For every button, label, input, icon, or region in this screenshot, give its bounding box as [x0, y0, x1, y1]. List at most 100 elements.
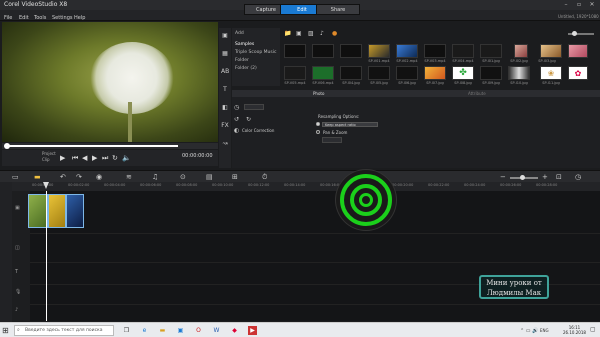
maximize-icon[interactable]: ▫ [573, 0, 585, 9]
library-thumb[interactable] [368, 66, 390, 80]
library-folder-music[interactable]: Triple Scoop Music [235, 50, 276, 55]
library-folder-samples[interactable]: Samples [235, 42, 254, 47]
library-thumb[interactable] [480, 44, 502, 58]
browse-button[interactable]: Browse [232, 82, 280, 99]
music-track-icon[interactable]: ♪ [15, 307, 18, 313]
voice-track-icon[interactable]: 🎙 [15, 289, 21, 295]
next-frame-icon[interactable]: ▶ [92, 154, 97, 162]
timeline-view-icon[interactable]: ▬ [34, 173, 41, 181]
system-tray[interactable]: ⌃ ▭ 🔊 ENG [520, 328, 549, 334]
scrubber-track[interactable] [8, 145, 178, 147]
explorer-icon[interactable]: ▬ [158, 326, 167, 335]
preview-window[interactable] [2, 22, 218, 142]
resampling-radio[interactable] [316, 122, 320, 126]
show-audio-icon[interactable]: ♪ [320, 30, 324, 37]
menu-edit[interactable]: Edit [19, 15, 29, 21]
play-icon[interactable]: ▶ [60, 154, 65, 162]
library-thumb[interactable] [284, 44, 306, 58]
tab-photo[interactable]: Photo [313, 91, 324, 96]
close-icon[interactable]: ✕ [586, 0, 598, 9]
resampling-select[interactable]: Keep aspect ratio [322, 122, 378, 127]
fit-project-icon[interactable]: ⊡ [556, 173, 562, 181]
language-indicator[interactable]: ENG [540, 328, 549, 333]
library-thumb[interactable] [424, 66, 446, 80]
zoom-in-icon[interactable]: + [542, 173, 548, 181]
preview-scrubber[interactable] [2, 143, 218, 149]
storyboard-view-icon[interactable]: ▭ [12, 173, 19, 181]
graphic-icon[interactable]: ◧ [221, 104, 229, 112]
app-icon[interactable]: ◆ [230, 326, 239, 335]
library-thumb[interactable] [540, 44, 562, 58]
record-capture-icon[interactable]: ◉ [96, 173, 102, 181]
import-icon[interactable]: 📁 [284, 30, 291, 37]
timeline-playhead[interactable] [46, 191, 47, 321]
library-thumb[interactable] [340, 44, 362, 58]
volume-icon[interactable]: 🔈 [122, 154, 131, 162]
library-folder-2[interactable]: Folder (2) [235, 66, 257, 71]
sound-mixer-icon[interactable]: ≋ [126, 173, 132, 181]
motion-tracking-icon[interactable]: ⊙ [180, 173, 186, 181]
home-icon[interactable]: ⏮ [72, 154, 78, 163]
clip-mode-label[interactable]: Clip [42, 157, 50, 162]
filter-icon[interactable]: FX [221, 122, 229, 130]
rotate-right-icon[interactable]: ↻ [246, 116, 251, 123]
prev-frame-icon[interactable]: ◀ [82, 154, 87, 162]
show-photos-icon[interactable]: ▨ [308, 30, 314, 37]
timeline-clip[interactable] [66, 194, 84, 228]
timeline-clip[interactable] [28, 194, 48, 228]
rotate-left-icon[interactable]: ↺ [234, 116, 239, 123]
add-folder-button[interactable]: Add [235, 31, 244, 36]
menu-tools[interactable]: Tools [34, 15, 46, 21]
instant-project-icon[interactable]: ▦ [221, 50, 229, 58]
redo-icon[interactable]: ↷ [76, 173, 82, 181]
minimize-icon[interactable]: – [560, 0, 572, 9]
library-thumb[interactable] [284, 66, 306, 80]
sort-icon[interactable]: ● [332, 30, 337, 37]
duration-field[interactable] [244, 104, 264, 110]
timeline-ruler[interactable]: 00:00:00:00 00:00:02:00 00:00:04:00 00:0… [0, 182, 600, 191]
pan-zoom-preset-field[interactable] [322, 137, 342, 143]
library-thumb[interactable] [368, 44, 390, 58]
title-icon[interactable]: T [221, 86, 229, 94]
title-track-icon[interactable]: T [15, 269, 18, 275]
repeat-icon[interactable]: ↻ [112, 154, 118, 162]
duration-icon[interactable]: ◷ [234, 104, 239, 111]
video-track-icon[interactable]: ▣ [15, 205, 20, 211]
library-thumb[interactable]: ✤ [452, 66, 474, 80]
subtitle-icon[interactable]: ▤ [206, 173, 213, 181]
end-icon[interactable]: ⏭ [102, 154, 108, 163]
scrubber-handle[interactable] [4, 143, 10, 149]
task-view-icon[interactable]: ❐ [122, 326, 131, 335]
media-icon[interactable]: ▣ [221, 32, 229, 40]
tab-share[interactable]: Share [316, 4, 360, 15]
transition-icon[interactable]: AB [221, 68, 229, 76]
library-thumb[interactable] [424, 44, 446, 58]
menu-help[interactable]: Help [74, 15, 85, 21]
project-mode-label[interactable]: Project [42, 151, 56, 156]
library-thumb[interactable] [396, 44, 418, 58]
library-thumb[interactable] [568, 44, 588, 58]
path-icon[interactable]: ↝ [221, 140, 229, 148]
library-thumb[interactable] [452, 44, 474, 58]
menu-file[interactable]: File [4, 15, 12, 21]
pan-zoom-radio[interactable] [316, 130, 320, 134]
thumbnail-size-handle[interactable] [572, 31, 577, 36]
notifications-icon[interactable]: ▢ [590, 326, 596, 333]
time-remapping-icon[interactable]: ⏱ [262, 173, 267, 182]
tab-attribute[interactable]: Attribute [468, 91, 486, 96]
timeline-clip[interactable] [48, 194, 66, 228]
library-folder-1[interactable]: Folder [235, 58, 249, 63]
windows-start-icon[interactable]: ⊞ [2, 326, 9, 335]
library-thumb[interactable] [508, 66, 530, 80]
overlay-track-icon[interactable]: ◫ [15, 245, 20, 251]
opera-icon[interactable]: O [194, 326, 203, 335]
zoom-out-icon[interactable]: − [500, 173, 506, 181]
edge-icon[interactable]: e [140, 326, 149, 335]
zoom-handle[interactable] [520, 175, 525, 180]
auto-music-icon[interactable]: ♫ [152, 173, 158, 181]
library-thumb[interactable] [480, 66, 502, 80]
library-thumb[interactable]: ❀ [540, 66, 562, 80]
show-videos-icon[interactable]: ▣ [296, 30, 302, 37]
library-thumb[interactable] [396, 66, 418, 80]
menu-settings[interactable]: Settings [52, 15, 73, 21]
